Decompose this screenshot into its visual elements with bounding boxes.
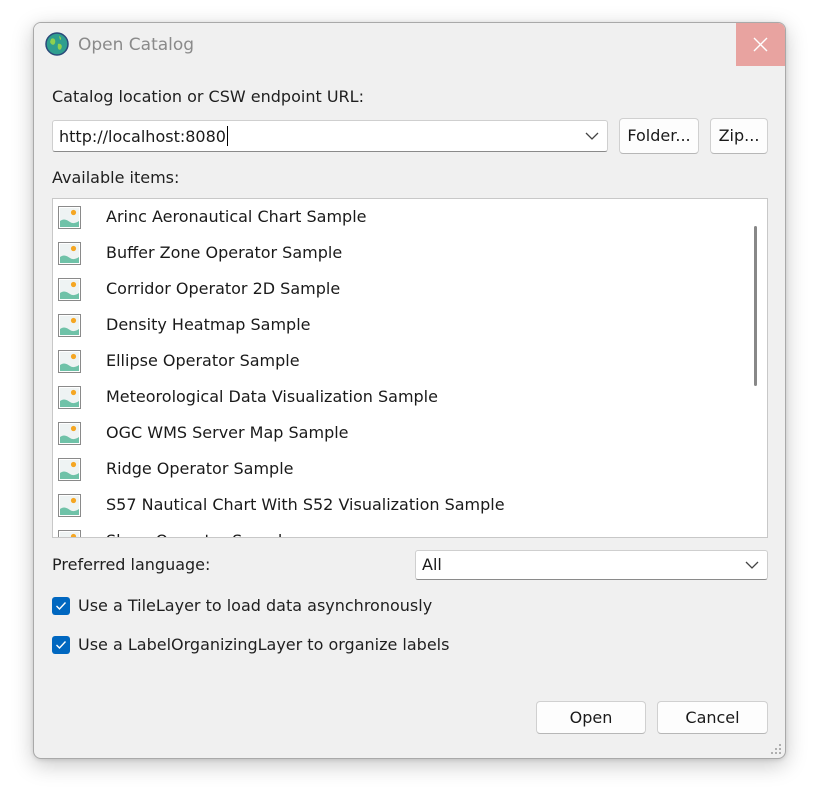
close-button[interactable] — [736, 23, 785, 66]
list-item-label: S57 Nautical Chart With S52 Visualizatio… — [106, 495, 505, 514]
tile-layer-label[interactable]: Use a TileLayer to load data asynchronou… — [78, 596, 432, 615]
text-cursor — [226, 126, 228, 146]
preferred-language-value: All — [422, 555, 442, 574]
window-title: Open Catalog — [78, 35, 195, 55]
list-item-label: Meteorological Data Visualization Sample — [106, 387, 438, 406]
sample-thumbnail-icon — [58, 386, 81, 409]
resize-grip-icon[interactable] — [770, 743, 782, 755]
list-item[interactable]: Buffer Zone Operator Sample — [53, 235, 743, 271]
label-organizing-label[interactable]: Use a LabelOrganizingLayer to organize l… — [78, 635, 449, 654]
list-item-label: Ridge Operator Sample — [106, 459, 294, 478]
sample-thumbnail-icon — [58, 530, 81, 537]
list-item-label: OGC WMS Server Map Sample — [106, 423, 349, 442]
open-button[interactable]: Open — [536, 701, 646, 734]
sample-thumbnail-icon — [58, 314, 81, 337]
available-items-list[interactable]: Arinc Aeronautical Chart Sample Buffer Zo… — [52, 198, 768, 538]
folder-button[interactable]: Folder... — [619, 118, 699, 154]
sample-thumbnail-icon — [58, 458, 81, 481]
list-item[interactable]: S57 Nautical Chart With S52 Visualizatio… — [53, 487, 743, 523]
scrollbar-thumb[interactable] — [754, 226, 757, 386]
sample-thumbnail-icon — [58, 278, 81, 301]
label-organizing-checkbox[interactable] — [52, 636, 70, 654]
available-items-label: Available items: — [52, 168, 180, 187]
list-item[interactable]: Ridge Operator Sample — [53, 451, 743, 487]
cancel-button[interactable]: Cancel — [657, 701, 768, 734]
list-item[interactable]: Meteorological Data Visualization Sample — [53, 379, 743, 415]
open-catalog-dialog: Open Catalog Catalog location or CSW end… — [33, 22, 786, 759]
catalog-location-label: Catalog location or CSW endpoint URL: — [52, 87, 364, 106]
list-item-label: Density Heatmap Sample — [106, 315, 311, 334]
globe-app-icon — [45, 32, 69, 56]
checkmark-icon — [56, 641, 67, 650]
chevron-down-icon[interactable] — [745, 561, 759, 570]
tile-layer-checkbox[interactable] — [52, 597, 70, 615]
checkmark-icon — [56, 602, 67, 611]
list-item-label: Slope Operator Sample — [106, 531, 292, 537]
chevron-down-icon[interactable] — [585, 132, 599, 141]
list-item[interactable]: Ellipse Operator Sample — [53, 343, 743, 379]
catalog-url-input[interactable]: http://localhost:8080 — [59, 127, 226, 146]
list-item-label: Corridor Operator 2D Sample — [106, 279, 341, 298]
title-bar[interactable]: Open Catalog — [34, 23, 785, 67]
list-item-label: Arinc Aeronautical Chart Sample — [106, 207, 367, 226]
catalog-url-combobox[interactable]: http://localhost:8080 — [52, 120, 608, 152]
list-item[interactable]: OGC WMS Server Map Sample — [53, 415, 743, 451]
zip-button[interactable]: Zip... — [710, 118, 768, 154]
sample-thumbnail-icon — [58, 242, 81, 265]
list-item-label: Buffer Zone Operator Sample — [106, 243, 343, 262]
sample-thumbnail-icon — [58, 422, 81, 445]
list-item-label: Ellipse Operator Sample — [106, 351, 300, 370]
list-item[interactable]: Density Heatmap Sample — [53, 307, 743, 343]
sample-thumbnail-icon — [58, 350, 81, 373]
list-item[interactable]: Corridor Operator 2D Sample — [53, 271, 743, 307]
preferred-language-label: Preferred language: — [52, 555, 211, 574]
sample-thumbnail-icon — [58, 494, 81, 517]
close-icon — [753, 37, 768, 52]
vertical-scrollbar[interactable] — [743, 199, 767, 537]
list-item[interactable]: Slope Operator Sample — [53, 523, 743, 537]
sample-thumbnail-icon — [58, 206, 81, 229]
list-item[interactable]: Arinc Aeronautical Chart Sample — [53, 199, 743, 235]
preferred-language-select[interactable]: All — [415, 550, 768, 580]
